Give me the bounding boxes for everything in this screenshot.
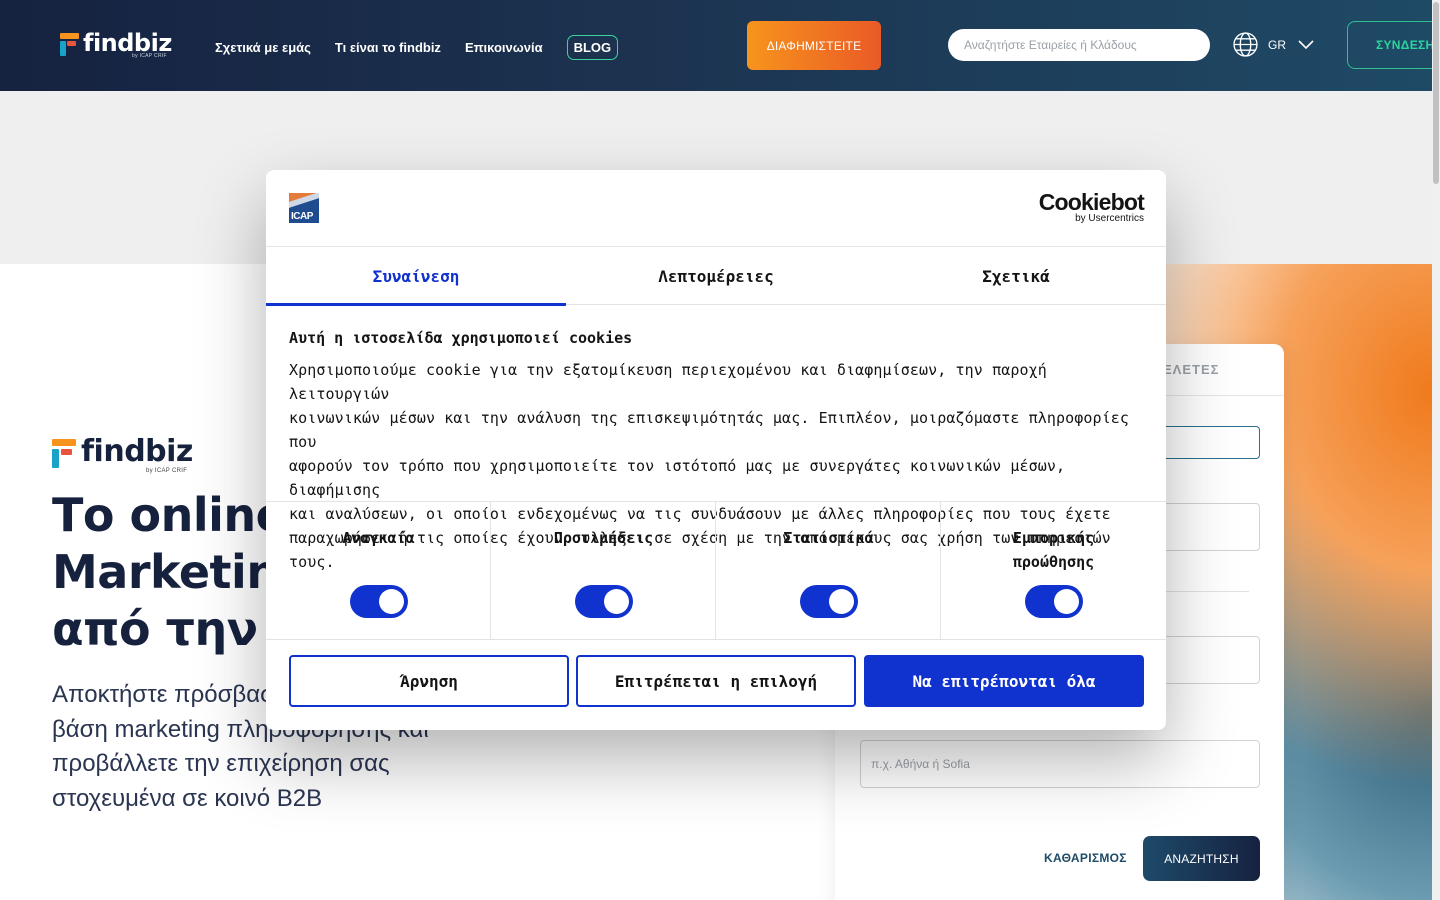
consent-categories: Αναγκαία Προτιμήσεις Στατιστικά Εμπορική… bbox=[266, 501, 1166, 640]
page-scrollbar-thumb[interactable] bbox=[1433, 2, 1439, 184]
body-line: αφορούν τον τρόπο που χρησιμοποιείτε τον… bbox=[289, 457, 1066, 499]
cookie-consent-dialog: ICAP Cookiebot by Usercentrics Συναίνεση… bbox=[266, 170, 1166, 730]
icap-logo: ICAP bbox=[289, 193, 319, 223]
necessary-toggle[interactable] bbox=[350, 585, 408, 618]
category-necessary: Αναγκαία bbox=[266, 502, 491, 640]
category-label-line: Στατιστικά bbox=[783, 529, 874, 547]
category-label: Στατιστικά bbox=[716, 526, 941, 550]
dialog-heading: Αυτή η ιστοσελίδα χρησιμοποιεί cookies bbox=[289, 329, 633, 347]
statistics-toggle[interactable] bbox=[800, 585, 858, 618]
category-statistics: Στατιστικά bbox=[716, 502, 941, 640]
icap-logo-text: ICAP bbox=[291, 211, 313, 222]
category-label-line: Αναγκαία bbox=[342, 529, 415, 547]
cookiebot-byline: by Usercentrics bbox=[1075, 213, 1144, 224]
allow-selection-button[interactable]: Επιτρέπεται η επιλογή bbox=[576, 655, 856, 707]
category-label: Προτιμήσεις bbox=[491, 526, 716, 550]
dialog-header: ICAP Cookiebot by Usercentrics bbox=[266, 170, 1166, 247]
tab-about[interactable]: Σχετικά bbox=[866, 247, 1166, 305]
dialog-tabs: Συναίνεση Λεπτομέρειες Σχετικά bbox=[266, 247, 1166, 306]
allow-all-button[interactable]: Να επιτρέπονται όλα bbox=[864, 655, 1144, 707]
tab-details[interactable]: Λεπτομέρειες bbox=[566, 247, 866, 305]
marketing-toggle[interactable] bbox=[1025, 585, 1083, 618]
category-label-line: Εμπορικής bbox=[1012, 529, 1095, 547]
body-line: Χρησιμοποιούμε cookie για την εξατομίκευ… bbox=[289, 361, 1047, 403]
deny-button[interactable]: Άρνηση bbox=[289, 655, 569, 707]
body-line: κοινωνικών μέσων και την ανάλυση της επι… bbox=[289, 409, 1130, 451]
cookiebot-logo[interactable]: Cookiebot by Usercentrics bbox=[1038, 189, 1145, 224]
preferences-toggle[interactable] bbox=[575, 585, 633, 618]
category-label-line: προώθησης bbox=[1012, 553, 1095, 571]
category-preferences: Προτιμήσεις bbox=[491, 502, 716, 640]
category-marketing: Εμπορικής προώθησης bbox=[941, 502, 1166, 640]
cookiebot-name: Cookiebot bbox=[1038, 189, 1145, 215]
tab-consent[interactable]: Συναίνεση bbox=[266, 247, 566, 306]
category-label: Εμπορικής προώθησης bbox=[941, 526, 1166, 574]
category-label: Αναγκαία bbox=[266, 526, 491, 550]
category-label-line: Προτιμήσεις bbox=[553, 529, 654, 547]
